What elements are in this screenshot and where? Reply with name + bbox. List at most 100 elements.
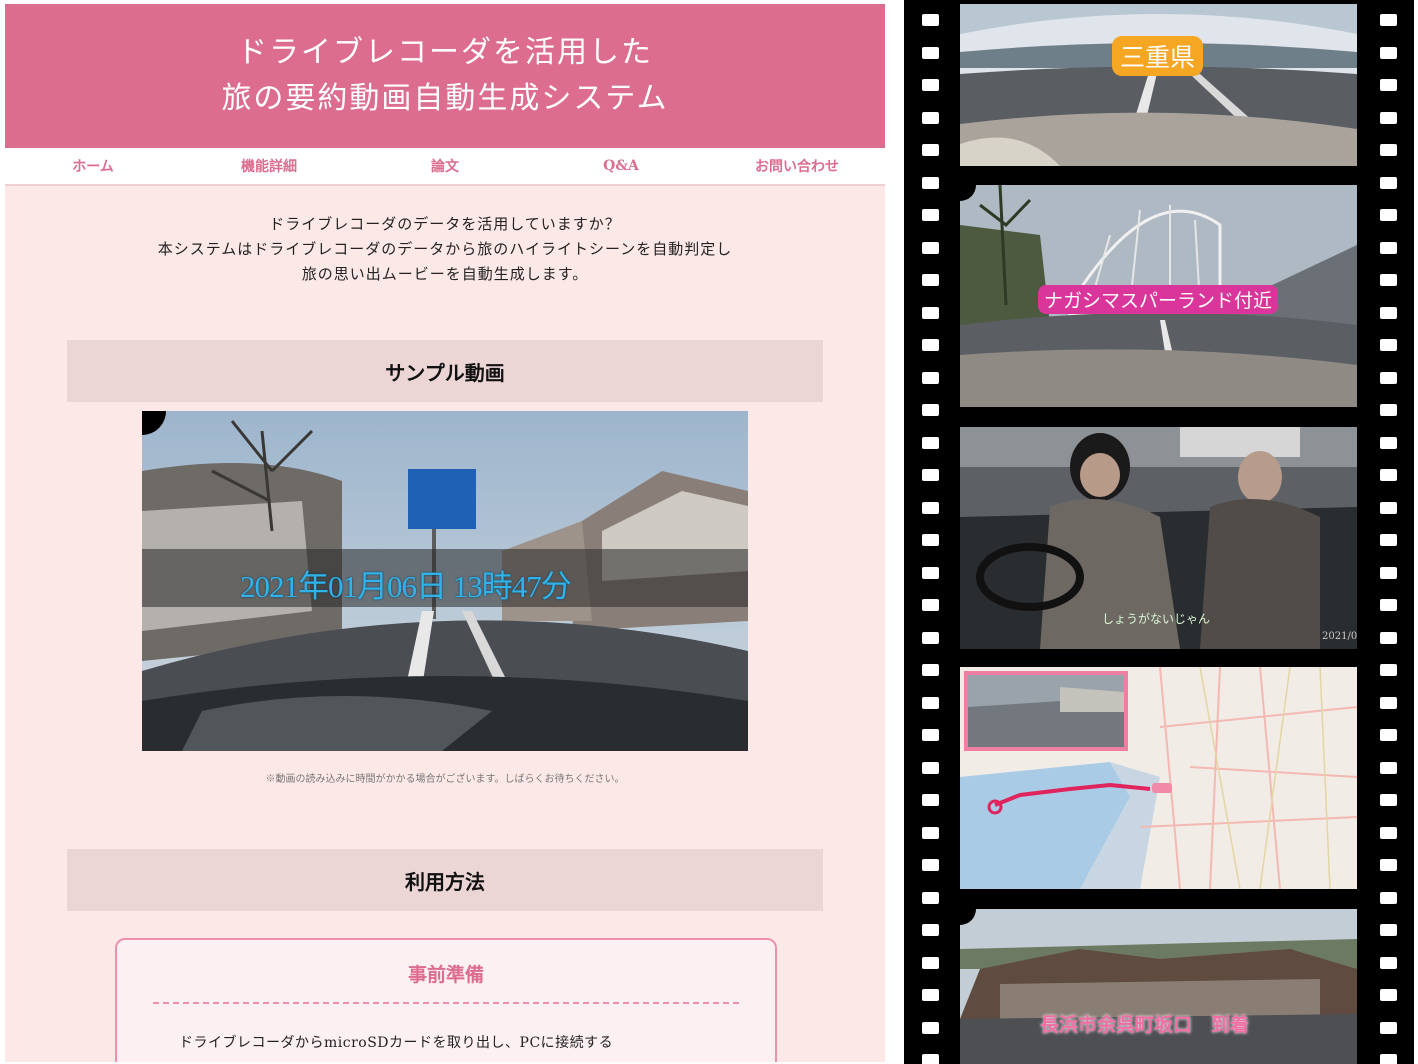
intro-line: 本システムはドライブレコーダのデータから旅のハイライトシーンを自動判定し	[157, 240, 733, 258]
sprocket-hole	[922, 404, 939, 416]
sprocket-hole	[1380, 1022, 1397, 1034]
sprocket-hole	[922, 599, 939, 611]
sprocket-hole	[922, 762, 939, 774]
nav-paper[interactable]: 論文	[357, 156, 533, 176]
sprocket-hole	[922, 79, 939, 91]
sprocket-hole	[1380, 924, 1397, 936]
sprocket-hole	[922, 632, 939, 644]
sprocket-hole	[1380, 859, 1397, 871]
sprocket-hole	[1380, 729, 1397, 741]
sprocket-hole	[1380, 339, 1397, 351]
caption-mie: 三重県	[1112, 36, 1204, 76]
preparation-card: 事前準備 ドライブレコーダからmicroSDカードを取り出し、PCに接続する	[115, 938, 777, 1062]
sprocket-hole	[922, 1022, 939, 1034]
site-title-line1: ドライブレコーダを活用した	[237, 35, 653, 70]
dashed-divider	[153, 1002, 739, 1004]
sprocket-hole	[922, 892, 939, 904]
sprocket-hole	[922, 339, 939, 351]
sprocket-hole	[922, 794, 939, 806]
sprocket-hole	[922, 859, 939, 871]
sprocket-hole	[1380, 989, 1397, 1001]
sprocket-hole	[1380, 404, 1397, 416]
sprocket-hole	[922, 242, 939, 254]
sprocket-hole	[1380, 209, 1397, 221]
sprocket-hole	[922, 1054, 939, 1064]
sprocket-hole	[1380, 632, 1397, 644]
film-frame-in-car: しょうがないじゃん 2021/0	[960, 427, 1357, 649]
sprocket-hole	[1380, 599, 1397, 611]
film-frame-mie: 三重県	[960, 4, 1357, 166]
sprocket-hole	[922, 697, 939, 709]
intro-line: ドライブレコーダのデータを活用していますか？	[269, 215, 621, 233]
sprocket-hole	[1380, 14, 1397, 26]
sprocket-hole	[922, 209, 939, 221]
sprocket-hole	[922, 827, 939, 839]
film-strip: 三重県 ナガシマスパーランド付近 しょうがないじゃん 2021/0 長浜市余呉町…	[904, 0, 1414, 1064]
caption-arrival: 長浜市余呉町坂口 到着	[1040, 1014, 1250, 1036]
sprocket-hole	[1380, 79, 1397, 91]
nav-features[interactable]: 機能詳細	[181, 156, 357, 176]
sprocket-hole	[922, 567, 939, 579]
sprocket-hole	[1380, 534, 1397, 546]
sprocket-hole	[1380, 567, 1397, 579]
nav-bar: ホーム 機能詳細 論文 Q&A お問い合わせ	[5, 148, 885, 186]
site-header: ドライブレコーダを活用した 旅の要約動画自動生成システム	[5, 4, 885, 148]
film-frame-map	[960, 667, 1357, 889]
usage-heading: 利用方法	[67, 849, 823, 911]
frame-image-highway	[960, 4, 1357, 166]
sprocket-hole	[922, 144, 939, 156]
sprocket-hole	[922, 112, 939, 124]
preparation-title: 事前準備	[407, 964, 484, 986]
nav-home[interactable]: ホーム	[5, 156, 181, 176]
sprocket-hole	[922, 502, 939, 514]
sprocket-hole	[1380, 957, 1397, 969]
film-frame-nagashima: ナガシマスパーランド付近	[960, 185, 1357, 407]
sprocket-hole	[1380, 664, 1397, 676]
sprocket-hole	[1380, 469, 1397, 481]
sprocket-hole	[1380, 697, 1397, 709]
sprocket-hole	[1380, 177, 1397, 189]
sprocket-hole	[922, 14, 939, 26]
nav-qa[interactable]: Q&A	[533, 158, 709, 174]
sprocket-hole	[1380, 112, 1397, 124]
video-timestamp: 2021年01月06日 13時47分	[240, 569, 572, 604]
sprocket-hole	[922, 177, 939, 189]
caption-dialogue: しょうがないじゃん	[1102, 612, 1211, 626]
sprocket-hole	[922, 437, 939, 449]
sprocket-hole	[1380, 274, 1397, 286]
sample-video-heading: サンプル動画	[67, 340, 823, 402]
frame-image-route-map	[960, 667, 1357, 889]
sprocket-hole	[1380, 372, 1397, 384]
intro-text: ドライブレコーダのデータを活用していますか？ 本システムはドライブレコーダのデー…	[5, 212, 885, 287]
frame-date: 2021/0	[1322, 631, 1357, 642]
sprocket-hole	[1380, 47, 1397, 59]
caption-nagashima: ナガシマスパーランド付近	[1038, 285, 1279, 314]
web-page: ドライブレコーダを活用した 旅の要約動画自動生成システム ホーム 機能詳細 論文…	[5, 4, 885, 1062]
sprocket-hole	[922, 664, 939, 676]
nav-contact[interactable]: お問い合わせ	[709, 156, 885, 176]
sprocket-hole	[922, 534, 939, 546]
sprocket-hole	[1380, 794, 1397, 806]
intro-line: 旅の思い出ムービーを自動生成します。	[301, 265, 589, 283]
site-title-line2: 旅の要約動画自動生成システム	[221, 81, 669, 116]
sprocket-hole	[922, 47, 939, 59]
sprocket-hole	[1380, 144, 1397, 156]
sample-video-player[interactable]: 2021年01月06日 13時47分	[142, 411, 748, 751]
sprocket-hole	[922, 307, 939, 319]
sprocket-hole	[922, 924, 939, 936]
sprocket-hole	[1380, 437, 1397, 449]
frame-image-station	[960, 909, 1357, 1064]
sprocket-hole	[1380, 242, 1397, 254]
loading-note: ※動画の読み込みに時間がかかる場合がございます。しばらくお待ちください。	[265, 774, 625, 785]
sprocket-hole	[1380, 827, 1397, 839]
sprocket-hole	[1380, 762, 1397, 774]
sprocket-hole	[922, 957, 939, 969]
sprocket-hole	[1380, 1054, 1397, 1064]
sprocket-hole	[922, 729, 939, 741]
preparation-step: ドライブレコーダからmicroSDカードを取り出し、PCに接続する	[179, 1035, 614, 1051]
sprocket-hole	[922, 469, 939, 481]
film-frame-arrival: 長浜市余呉町坂口 到着	[960, 909, 1357, 1064]
sprocket-hole	[1380, 892, 1397, 904]
sprocket-hole	[1380, 307, 1397, 319]
sprocket-hole	[922, 989, 939, 1001]
